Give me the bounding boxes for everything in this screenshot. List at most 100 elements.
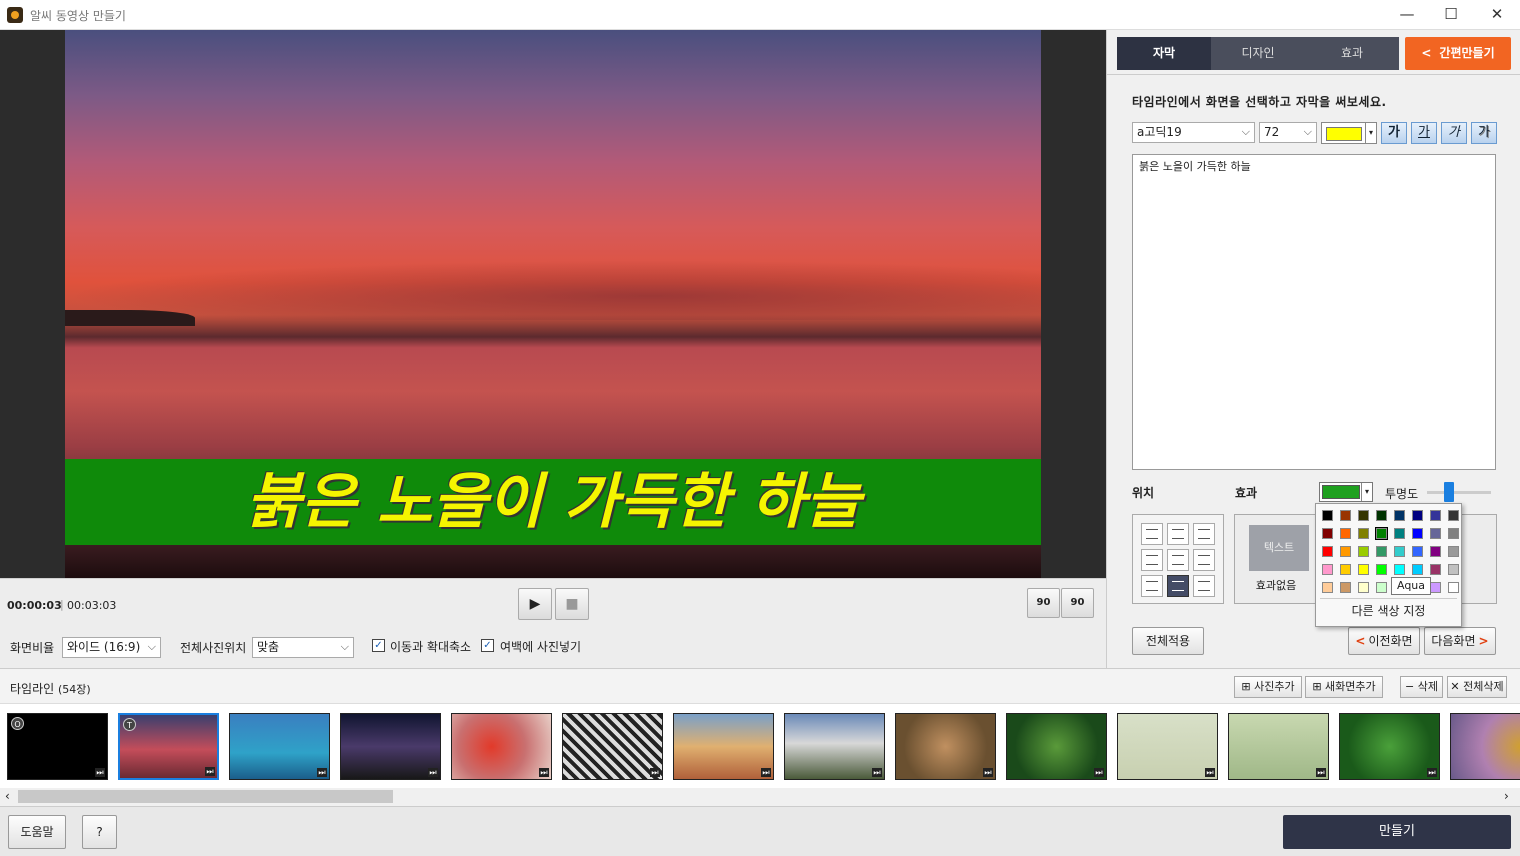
next-screen-button[interactable]: 다음화면 >: [1424, 627, 1496, 655]
effect-color-picker[interactable]: ▾: [1319, 482, 1373, 502]
align-bottom-right[interactable]: [1193, 575, 1215, 597]
palette-color-swatch[interactable]: [1322, 546, 1333, 557]
timeline-thumbnail[interactable]: ⏭: [1450, 713, 1520, 780]
transition-icon[interactable]: ⏭: [95, 768, 105, 777]
palette-color-swatch[interactable]: [1430, 528, 1441, 539]
opacity-slider-thumb[interactable]: [1444, 482, 1455, 502]
tab-design[interactable]: 디자인: [1211, 37, 1305, 70]
palette-color-swatch[interactable]: [1322, 510, 1333, 521]
palette-color-swatch[interactable]: [1394, 564, 1405, 575]
palette-color-swatch[interactable]: [1394, 546, 1405, 557]
palette-color-swatch[interactable]: [1375, 527, 1388, 540]
underline-button[interactable]: 가: [1411, 122, 1437, 144]
quick-make-button[interactable]: < 간편만들기: [1405, 37, 1511, 70]
font-select[interactable]: a고딕19: [1132, 122, 1255, 143]
preview-caption[interactable]: 붉은 노을이 가득한 하늘: [65, 459, 1041, 545]
play-button[interactable]: ▶: [518, 588, 552, 620]
timeline-thumbnail[interactable]: ⏭: [1117, 713, 1218, 780]
italic-button[interactable]: 가: [1441, 122, 1467, 144]
timeline-thumbnail[interactable]: ⏭: [1006, 713, 1107, 780]
palette-color-swatch[interactable]: [1340, 564, 1351, 575]
make-video-button[interactable]: 만들기: [1283, 815, 1511, 849]
palette-color-swatch[interactable]: [1394, 528, 1405, 539]
palette-color-swatch[interactable]: [1376, 582, 1387, 593]
align-top-center[interactable]: [1167, 523, 1189, 545]
timeline-thumbnail[interactable]: ⏭: [673, 713, 774, 780]
close-button[interactable]: ✕: [1474, 0, 1520, 30]
pan-zoom-checkbox[interactable]: ✓: [372, 639, 385, 652]
prev-screen-button[interactable]: < 이전화면: [1348, 627, 1420, 655]
help-button[interactable]: 도움말: [8, 815, 66, 849]
transition-icon[interactable]: ⏭: [1316, 768, 1326, 777]
text-color-picker[interactable]: ▾: [1321, 122, 1377, 144]
maximize-button[interactable]: ☐: [1428, 0, 1474, 30]
transition-icon[interactable]: ⏭: [1427, 768, 1437, 777]
palette-color-swatch[interactable]: [1340, 528, 1351, 539]
palette-color-swatch[interactable]: [1322, 528, 1333, 539]
timeline-thumbnail[interactable]: ⏭: [784, 713, 885, 780]
palette-color-swatch[interactable]: [1448, 510, 1459, 521]
palette-color-swatch[interactable]: [1358, 510, 1369, 521]
palette-color-swatch[interactable]: [1358, 528, 1369, 539]
align-middle-left[interactable]: [1141, 549, 1163, 571]
delete-button[interactable]: − 삭제: [1400, 676, 1443, 698]
palette-color-swatch[interactable]: [1376, 564, 1387, 575]
transition-icon[interactable]: ⏭: [205, 767, 215, 776]
timeline-thumbnail[interactable]: ⏭: [340, 713, 441, 780]
palette-color-swatch[interactable]: [1430, 510, 1441, 521]
timeline-thumbnail[interactable]: ⏭: [1339, 713, 1440, 780]
transition-icon[interactable]: ⏭: [317, 768, 327, 777]
font-size-select[interactable]: 72: [1259, 122, 1317, 143]
palette-color-swatch[interactable]: [1412, 510, 1423, 521]
palette-color-swatch[interactable]: [1412, 546, 1423, 557]
timeline-thumbnail[interactable]: ⏭: [562, 713, 663, 780]
effect-none-option[interactable]: 텍스트 효과없음: [1234, 514, 1316, 604]
timeline-thumbnail[interactable]: O ⏭: [7, 713, 108, 780]
apply-all-button[interactable]: 전체적용: [1132, 627, 1204, 655]
transition-icon[interactable]: ⏭: [1094, 768, 1104, 777]
preview-canvas[interactable]: 붉은 노을이 가득한 하늘: [65, 30, 1041, 578]
palette-color-swatch[interactable]: [1448, 546, 1459, 557]
palette-color-swatch[interactable]: [1340, 582, 1351, 593]
transition-icon[interactable]: ⏭: [761, 768, 771, 777]
palette-color-swatch[interactable]: [1322, 582, 1333, 593]
caption-textarea[interactable]: 붉은 노을이 가득한 하늘: [1132, 154, 1496, 470]
align-top-right[interactable]: [1193, 523, 1215, 545]
align-middle-right[interactable]: [1193, 549, 1215, 571]
timeline-thumbnail[interactable]: ⏭: [229, 713, 330, 780]
palette-color-swatch[interactable]: [1430, 564, 1441, 575]
palette-color-swatch[interactable]: [1430, 582, 1441, 593]
palette-color-swatch[interactable]: [1322, 564, 1333, 575]
palette-color-swatch[interactable]: [1376, 510, 1387, 521]
palette-color-swatch[interactable]: [1358, 546, 1369, 557]
tab-effect[interactable]: 효과: [1305, 37, 1399, 70]
palette-color-swatch[interactable]: [1340, 546, 1351, 557]
palette-color-swatch[interactable]: [1358, 582, 1369, 593]
align-bottom-center[interactable]: [1167, 575, 1189, 597]
more-colors-button[interactable]: 다른 색상 지정: [1320, 601, 1457, 621]
timeline-thumbnail[interactable]: ⏭: [1228, 713, 1329, 780]
palette-color-swatch[interactable]: [1448, 528, 1459, 539]
palette-color-swatch[interactable]: [1376, 546, 1387, 557]
tab-caption[interactable]: 자막: [1117, 37, 1211, 70]
photo-position-select[interactable]: 맞춤: [252, 637, 354, 658]
align-middle-center[interactable]: [1167, 549, 1189, 571]
add-photo-button[interactable]: ⊞ 사진추가: [1234, 676, 1302, 698]
timeline-thumbnail[interactable]: ⏭: [451, 713, 552, 780]
opacity-slider[interactable]: [1427, 491, 1491, 494]
timeline-thumbnail[interactable]: T ⏭: [118, 713, 219, 780]
timeline-thumbnail[interactable]: ⏭: [895, 713, 996, 780]
scroll-left-icon[interactable]: ‹: [5, 789, 10, 803]
rotate-left-button[interactable]: 90: [1027, 588, 1060, 618]
fill-margin-checkbox[interactable]: ✓: [481, 639, 494, 652]
palette-color-swatch[interactable]: [1340, 510, 1351, 521]
ratio-select[interactable]: 와이드 (16:9): [62, 637, 161, 658]
timeline-scrollbar[interactable]: ‹ ›: [0, 788, 1520, 806]
palette-color-swatch[interactable]: [1358, 564, 1369, 575]
minimize-button[interactable]: —: [1384, 0, 1430, 30]
add-screen-button[interactable]: ⊞ 새화면추가: [1305, 676, 1383, 698]
palette-color-swatch[interactable]: [1448, 582, 1459, 593]
scrollbar-thumb[interactable]: [18, 790, 393, 803]
transition-icon[interactable]: ⏭: [1205, 768, 1215, 777]
stop-button[interactable]: ■: [555, 588, 589, 620]
